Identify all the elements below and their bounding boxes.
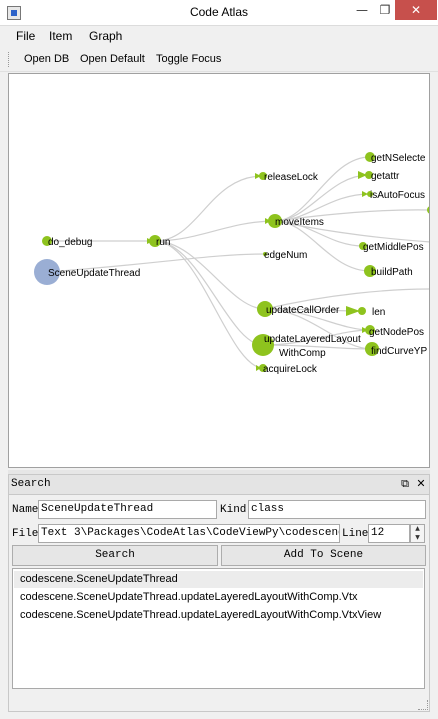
- label-len: len: [372, 307, 385, 318]
- search-panel-header: Search ⧉ ✕: [9, 475, 429, 495]
- label-getmiddlepos: getMiddlePos: [363, 242, 424, 253]
- graph-view[interactable]: do_debug SceneUpdateThread run releaseLo…: [8, 73, 430, 468]
- resize-grip[interactable]: [418, 700, 428, 710]
- open-db-button[interactable]: Open DB: [24, 53, 69, 65]
- stepper-down-icon[interactable]: ▼: [411, 534, 424, 542]
- label-updatelayeredlayout-2: WithComp: [279, 348, 326, 359]
- maximize-button[interactable]: ❐: [375, 0, 395, 20]
- line-input[interactable]: 12: [368, 524, 410, 543]
- search-button[interactable]: Search: [12, 545, 218, 566]
- toolbar-grip[interactable]: [8, 52, 11, 67]
- label-getnodepos: getNodePos: [369, 327, 424, 338]
- label-do-debug: do_debug: [48, 237, 93, 248]
- label-run: run: [156, 237, 170, 248]
- label-edgenum: edgeNum: [264, 250, 307, 261]
- kind-label: Kind: [220, 504, 247, 516]
- search-panel-title: Search: [11, 478, 51, 490]
- toggle-focus-button[interactable]: Toggle Focus: [156, 53, 221, 65]
- add-to-scene-button[interactable]: Add To Scene: [221, 545, 426, 566]
- label-getattr: getattr: [371, 171, 400, 182]
- label-layer: do_debug SceneUpdateThread run releaseLo…: [48, 153, 427, 375]
- kind-input[interactable]: class: [248, 500, 426, 519]
- label-updatecallorder: updateCallOrder: [266, 305, 340, 316]
- label-buildpath: buildPath: [371, 267, 413, 278]
- menu-file[interactable]: File: [16, 29, 35, 43]
- label-isautofocus: isAutoFocus: [370, 190, 425, 201]
- stepper-up-icon[interactable]: ▲: [411, 525, 424, 533]
- line-label: Line: [342, 528, 369, 540]
- menu-bar: File Item Graph: [0, 26, 438, 48]
- close-icon[interactable]: ✕: [414, 476, 428, 492]
- arrow-len-icon: [346, 306, 360, 316]
- name-label: Name: [12, 504, 39, 516]
- label-updatelayeredlayout: updateLayeredLayout: [264, 334, 361, 345]
- minimize-button[interactable]: —: [349, 0, 375, 20]
- close-button[interactable]: ✕: [395, 0, 437, 20]
- arrow-getattr-icon: [358, 171, 367, 179]
- results-list[interactable]: codescene.SceneUpdateThread codescene.Sc…: [12, 568, 425, 689]
- menu-item[interactable]: Item: [49, 29, 72, 43]
- title-bar: Code Atlas — ❐ ✕: [0, 0, 438, 26]
- line-stepper[interactable]: ▲ ▼: [410, 524, 425, 543]
- name-input[interactable]: SceneUpdateThread: [38, 500, 217, 519]
- label-sceneupdatethread: SceneUpdateThread: [48, 268, 140, 279]
- label-getnselected: getNSelecte: [371, 153, 426, 164]
- arrow-isautofocus-icon: [362, 191, 368, 197]
- search-panel: Search ⧉ ✕ Name SceneUpdateThread Kind c…: [8, 474, 430, 712]
- file-label: File: [12, 528, 39, 540]
- float-icon[interactable]: ⧉: [398, 476, 412, 492]
- result-item[interactable]: codescene.SceneUpdateThread: [14, 571, 423, 588]
- label-releaselock: releaseLock: [264, 172, 319, 183]
- open-default-button[interactable]: Open Default: [80, 53, 145, 65]
- result-item[interactable]: codescene.SceneUpdateThread.updateLayere…: [14, 607, 423, 624]
- label-findcurve: findCurveYP: [371, 346, 427, 357]
- node-offscreen[interactable]: [427, 206, 430, 214]
- label-acquirelock: acquireLock: [263, 364, 318, 375]
- file-input[interactable]: Text 3\Packages\CodeAtlas\CodeViewPy\cod…: [38, 524, 340, 543]
- label-moveitems: moveItems: [275, 217, 324, 228]
- result-item[interactable]: codescene.SceneUpdateThread.updateLayere…: [14, 589, 423, 606]
- toolbar: Open DB Open Default Toggle Focus: [0, 48, 438, 72]
- menu-graph[interactable]: Graph: [89, 29, 122, 43]
